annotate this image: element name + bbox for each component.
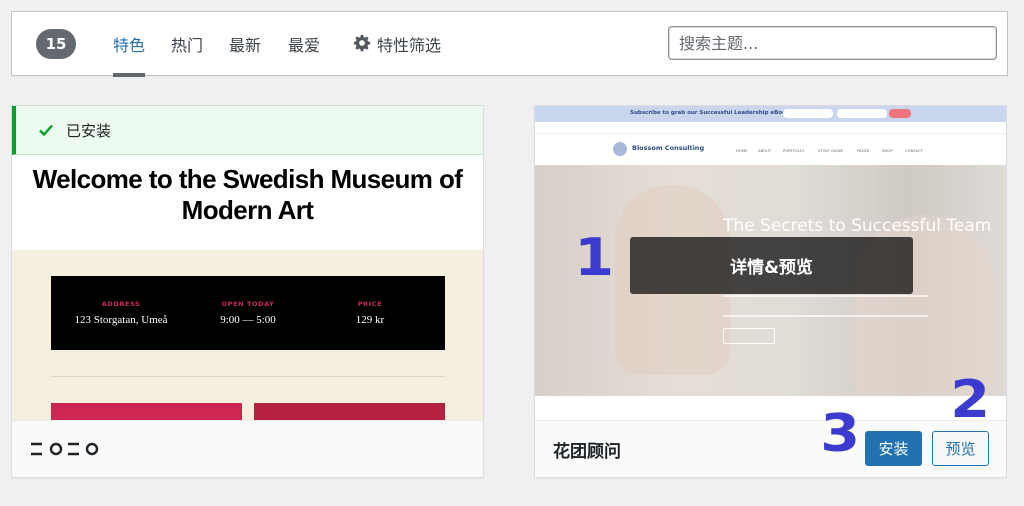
top-info-line: [535, 122, 1006, 134]
details-preview-button[interactable]: 详情&预览: [630, 237, 913, 294]
nav-item: CONTACT: [905, 148, 924, 153]
search-themes-input[interactable]: [668, 26, 997, 60]
theme-footer: [12, 420, 483, 477]
nav-item: SHOP: [882, 148, 893, 153]
theme-screenshot[interactable]: 已安装 Welcome to the Swedish Museum of Mod…: [12, 106, 483, 422]
hero-button: [723, 328, 775, 344]
logo-icon: [613, 142, 627, 156]
theme-name-2020-logo: [31, 442, 99, 456]
tab-latest[interactable]: 最新: [229, 32, 261, 77]
tab-popular[interactable]: 热门: [171, 32, 203, 77]
info-price: PRICE 129 kr: [305, 300, 435, 326]
info-label: OPEN TODAY: [221, 300, 275, 308]
nav-item: HOME: [736, 148, 748, 153]
theme-name: 花团顾问: [553, 442, 621, 462]
theme-card-2020[interactable]: 已安装 Welcome to the Swedish Museum of Mod…: [11, 105, 484, 478]
tab-featured[interactable]: 特色: [113, 32, 146, 77]
gear-icon[interactable]: [353, 34, 371, 52]
info-label: PRICE: [357, 300, 383, 308]
mini-input: [837, 109, 887, 118]
nav-item: PAGES: [857, 148, 870, 153]
cream-section: ADDRESS 123 Storgatan, Umeå OPEN TODAY 9…: [12, 250, 483, 422]
info-value: 9:00 — 5:00: [220, 314, 276, 326]
installed-label: 已安装: [66, 121, 112, 140]
install-button[interactable]: 安装: [865, 431, 922, 466]
site-header: Blossom Consulting HOME ABOUT PORTFOLIO …: [535, 135, 1006, 165]
info-value: 123 Storgatan, Umeå: [74, 314, 168, 326]
check-icon: [39, 124, 53, 137]
announcement-text: Subscribe to grab our Successful Leaders…: [630, 110, 793, 116]
hero-text-lines: [723, 295, 928, 317]
installed-notice: 已安装: [12, 106, 483, 155]
annotation-mark-3: 3: [820, 404, 860, 464]
announcement-bar: Subscribe to grab our Successful Leaders…: [535, 106, 1006, 122]
info-address: ADDRESS 123 Storgatan, Umeå: [56, 300, 186, 326]
screenshot-bottom: [535, 396, 1006, 422]
info-value: 129 kr: [355, 314, 385, 326]
mini-button: [889, 109, 911, 118]
brand-name: Blossom Consulting: [632, 144, 705, 152]
preview-button[interactable]: 预览: [932, 431, 989, 466]
tab-favorites[interactable]: 最爱: [288, 32, 320, 77]
theme-card-blossom-consulting[interactable]: Subscribe to grab our Successful Leaders…: [534, 105, 1007, 478]
hero-title: The Secrets to Successful Team: [723, 216, 992, 236]
theme-count-badge: 15: [36, 29, 76, 59]
info-box: ADDRESS 123 Storgatan, Umeå OPEN TODAY 9…: [51, 276, 445, 350]
annotation-mark-1: 1: [574, 228, 614, 288]
info-label: ADDRESS: [101, 300, 141, 308]
info-open-today: OPEN TODAY 9:00 — 5:00: [183, 300, 313, 326]
museum-title: Welcome to the Swedish Museum of Modern …: [32, 164, 463, 225]
nav-item: ABOUT: [758, 148, 772, 153]
theme-filter-bar: 15 特色 热门 最新 最爱 特性筛选: [11, 11, 1008, 77]
nav-item: PORTFOLIO: [783, 148, 805, 153]
nav-item: STYLE GUIDE: [818, 148, 843, 153]
theme-footer: 花团顾问 安装 预览: [535, 420, 1006, 477]
divider: [51, 376, 445, 377]
mini-input: [783, 109, 833, 118]
annotation-mark-2: 2: [950, 370, 990, 430]
feature-filter-button[interactable]: 特性筛选: [377, 32, 441, 77]
